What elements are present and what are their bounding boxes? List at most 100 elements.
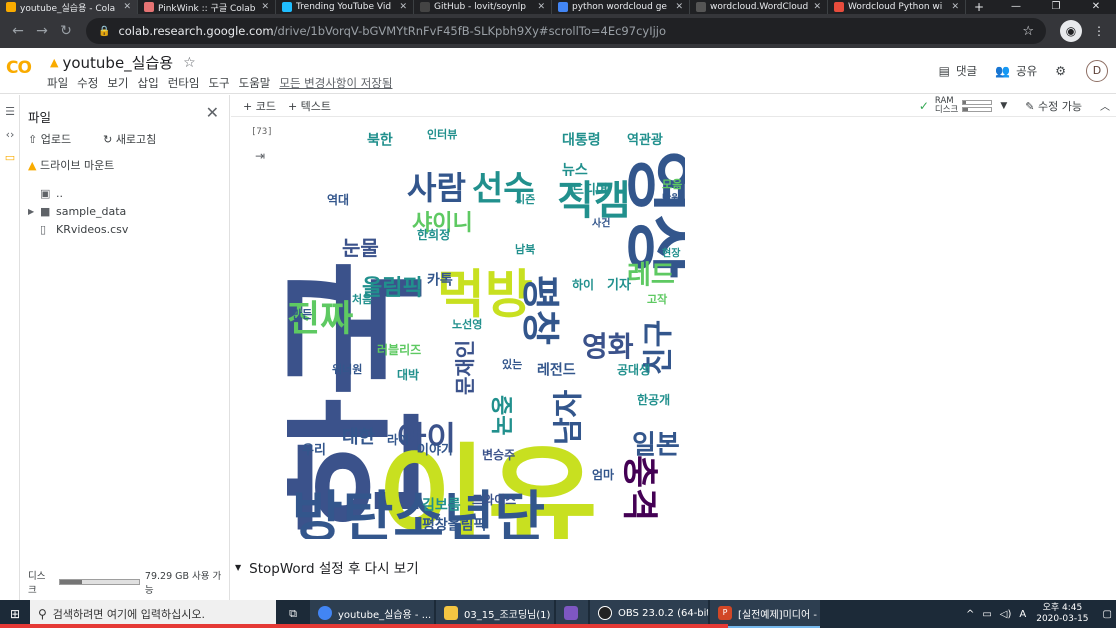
- chevron-down-icon[interactable]: ▼: [1000, 101, 1007, 111]
- wordcloud-word: 시즌: [515, 193, 535, 206]
- wordcloud-word: 한희정: [417, 227, 450, 242]
- browser-tab[interactable]: youtube_실습용 - Cola ✕: [0, 0, 138, 14]
- ime-indicator[interactable]: A: [1019, 609, 1026, 620]
- tree-item-krvideos[interactable]: ▯ KRvideos.csv: [28, 221, 128, 239]
- browser-tab[interactable]: GitHub - lovit/soynlp ✕: [414, 0, 552, 14]
- runtime-status: ✓ RAM 디스크 ▼ ✎ 수정 가능 ︿: [919, 96, 1116, 115]
- save-status[interactable]: 모든 변경사항이 저장됨: [279, 75, 392, 91]
- section-header[interactable]: ▼ StopWord 설정 후 다시 보기: [235, 557, 419, 577]
- toc-icon[interactable]: ☰: [0, 105, 20, 118]
- browser-tab[interactable]: wordcloud.WordCloud ✕: [690, 0, 828, 14]
- windows-start-icon[interactable]: ⊞: [0, 607, 30, 621]
- code-snippets-icon[interactable]: ‹›: [0, 128, 20, 141]
- folder-icon: [444, 606, 458, 620]
- wordcloud-word: 인터뷰: [427, 127, 457, 141]
- browser-tab[interactable]: python wordcloud ge ✕: [552, 0, 690, 14]
- wordcloud-word: 대통령: [562, 133, 601, 149]
- system-tray: ^ ▭ ◁) A 오후 4:45 2020-03-15 ▢: [962, 603, 1116, 625]
- notebook-title[interactable]: youtube_실습용: [62, 52, 173, 73]
- wordcloud-word: 문재인: [453, 340, 477, 395]
- minimize-icon[interactable]: —: [996, 0, 1036, 14]
- share-label: 공유: [1016, 64, 1038, 78]
- reload-icon[interactable]: ↻: [54, 23, 78, 39]
- clock-date: 2020-03-15: [1036, 614, 1089, 624]
- address-bar: ← → ↻ 🔒 colab.research.google.com /drive…: [0, 14, 1116, 48]
- comment-label: 댓글: [955, 64, 978, 78]
- output-icon[interactable]: ⇥: [255, 149, 265, 163]
- tab-close-icon[interactable]: ✕: [399, 2, 407, 12]
- wordcloud-word: 충격: [618, 455, 659, 521]
- upload-button[interactable]: ⇧ 업로드: [28, 131, 87, 147]
- url-path: /drive/1bVorqV-bGVMYtRnFvF45fB-SLKpbh9Xy…: [273, 24, 667, 38]
- colab-logo[interactable]: CO: [6, 58, 32, 78]
- wordcloud-svg: 한국이유영상방탄소년단먹방직캠사람 선수진짜 평창영화아이 일본남자충격친구문재인올림…: [287, 127, 685, 539]
- folder-up-icon: ▣: [40, 187, 51, 200]
- close-window-icon[interactable]: ✕: [1076, 0, 1116, 14]
- refresh-label: 새로고침: [115, 133, 157, 146]
- drive-icon: ▲: [28, 159, 37, 172]
- browser-tab[interactable]: Trending YouTube Vid ✕: [276, 0, 414, 14]
- refresh-button[interactable]: ↻ 새로고침: [103, 131, 172, 147]
- menu-insert[interactable]: 삽입: [138, 75, 159, 91]
- menu-help[interactable]: 도움말: [239, 75, 271, 91]
- mount-drive-button[interactable]: ▲ 드라이브 마운트: [28, 157, 114, 173]
- wordcloud-image: 한국 이유 영상 방탄소년단 먹방 직캠 사람 선수 진짜 평창 영화 아이 일본 남자 충격 친구 문재인 올림…: [287, 125, 685, 539]
- menu-view[interactable]: 보기: [107, 75, 128, 91]
- task-view-icon[interactable]: ⧉: [276, 607, 310, 621]
- add-code-button[interactable]: + 코드: [243, 98, 276, 114]
- files-icon[interactable]: ▭: [0, 151, 20, 164]
- notification-icon[interactable]: ▢: [1103, 609, 1112, 620]
- star-icon[interactable]: ☆: [183, 55, 196, 71]
- chevron-right-icon[interactable]: ▶: [28, 203, 40, 221]
- tray-expand-icon[interactable]: ^: [966, 609, 974, 620]
- bookmark-star-icon[interactable]: ☆: [1022, 24, 1034, 39]
- forward-icon[interactable]: →: [30, 23, 54, 39]
- resource-meters[interactable]: [962, 98, 993, 114]
- tab-close-icon[interactable]: ✕: [123, 2, 131, 12]
- wordcloud-word: 중국: [488, 395, 513, 435]
- wordcloud-word: 평창: [518, 275, 562, 345]
- settings-button[interactable]: ⚙: [1055, 64, 1072, 78]
- comment-button[interactable]: ▤ 댓글: [939, 63, 978, 79]
- incognito-icon[interactable]: ◉: [1060, 20, 1082, 42]
- lock-icon: 🔒: [98, 25, 111, 37]
- tab-close-icon[interactable]: ✕: [261, 2, 269, 12]
- avatar[interactable]: D: [1086, 60, 1108, 82]
- maximize-icon[interactable]: ❐: [1036, 0, 1076, 14]
- clock-time: 오후 4:45: [1042, 603, 1083, 613]
- system-clock[interactable]: 오후 4:45 2020-03-15: [1036, 603, 1088, 625]
- edit-label: 수정 가능: [1038, 99, 1082, 113]
- add-text-button[interactable]: + 텍스트: [288, 98, 331, 114]
- wordcloud-word: 공대생: [617, 362, 650, 377]
- chevron-up-icon[interactable]: ︿: [1100, 98, 1110, 113]
- execution-count: [73]: [251, 127, 273, 137]
- close-icon[interactable]: ✕: [206, 103, 219, 122]
- url-input[interactable]: 🔒 colab.research.google.com /drive/1bVor…: [86, 18, 1046, 44]
- resource-labels: RAM 디스크: [935, 96, 958, 115]
- tab-close-icon[interactable]: ✕: [951, 2, 959, 12]
- tab-close-icon[interactable]: ✕: [675, 2, 683, 12]
- menu-file[interactable]: 파일: [47, 75, 68, 91]
- browser-tab[interactable]: PinkWink :: 구글 Colab ✕: [138, 0, 276, 14]
- url-host: colab.research.google.com: [118, 24, 274, 38]
- menu-edit[interactable]: 수정: [77, 75, 98, 91]
- menu-tools[interactable]: 도구: [208, 75, 229, 91]
- tree-item-sample-data[interactable]: ▶ ■ sample_data: [28, 203, 128, 221]
- caret-down-icon[interactable]: ▼: [235, 563, 241, 572]
- wordcloud-word: 엄마: [592, 467, 614, 482]
- tree-item-parent[interactable]: ▣ ..: [28, 185, 128, 203]
- taskbar-app-label: OBS 23.0.2 (64-bit, ...: [618, 607, 708, 619]
- tab-close-icon[interactable]: ✕: [813, 2, 821, 12]
- edit-mode-button[interactable]: ✎ 수정 가능: [1025, 98, 1082, 114]
- new-tab-button[interactable]: +: [966, 0, 992, 14]
- volume-icon[interactable]: ◁): [1000, 609, 1012, 620]
- wordcloud-word: 카톡: [427, 273, 453, 289]
- share-button[interactable]: 👥 공유: [995, 63, 1037, 79]
- tab-close-icon[interactable]: ✕: [537, 2, 545, 12]
- menu-runtime[interactable]: 런타임: [168, 75, 200, 91]
- menu-kebab-icon[interactable]: ⋮: [1088, 20, 1110, 42]
- network-icon[interactable]: ▭: [982, 609, 991, 620]
- wordcloud-word: 러블리즈: [377, 342, 421, 357]
- browser-tab[interactable]: Wordcloud Python wi ✕: [828, 0, 966, 14]
- back-icon[interactable]: ←: [6, 23, 30, 39]
